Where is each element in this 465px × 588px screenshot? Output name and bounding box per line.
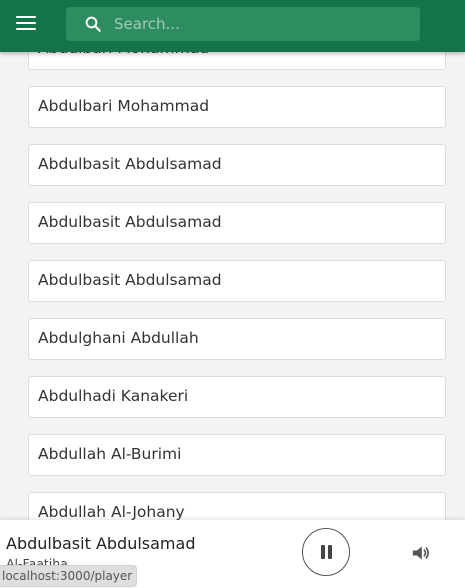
list-item[interactable]: Abdulghani Abdullah xyxy=(28,318,446,360)
search-icon xyxy=(85,16,101,32)
now-playing-title: Abdulbasit Abdulsamad xyxy=(6,534,196,553)
list-item[interactable]: Abdulbasit Abdulsamad xyxy=(28,260,446,302)
list-item[interactable]: Abdulbasit Abdulsamad xyxy=(28,202,446,244)
reciter-name: Abdulbari Mohammad xyxy=(38,97,210,115)
search-input[interactable] xyxy=(114,7,410,41)
reciter-name: Abdulbasit Abdulsamad xyxy=(38,155,222,173)
pause-button[interactable] xyxy=(302,528,350,576)
reciter-name: Abdulbasit Abdulsamad xyxy=(38,213,222,231)
list-item[interactable]: Abdulbasit Abdulsamad xyxy=(28,144,446,186)
reciter-name: Abdulghani Abdullah xyxy=(38,329,199,347)
list-item[interactable]: Abdullah Al-Burimi xyxy=(28,434,446,476)
volume-icon[interactable] xyxy=(411,544,431,562)
reciter-name: Abdullah Al-Johany xyxy=(38,503,185,521)
hamburger-menu-icon[interactable] xyxy=(16,16,36,34)
reciter-name: Abdullah Al-Burimi xyxy=(38,445,182,463)
reciter-name: Abdulhadi Kanakeri xyxy=(38,387,189,405)
list-item[interactable]: Abdulbari Mohammad xyxy=(28,86,446,128)
reciter-name: Abdulbasit Abdulsamad xyxy=(38,271,222,289)
app-header xyxy=(0,0,465,52)
search-box[interactable] xyxy=(66,7,420,41)
list-item[interactable]: Abdulhadi Kanakeri xyxy=(28,376,446,418)
status-bar-url: localhost:3000/player xyxy=(0,565,138,587)
